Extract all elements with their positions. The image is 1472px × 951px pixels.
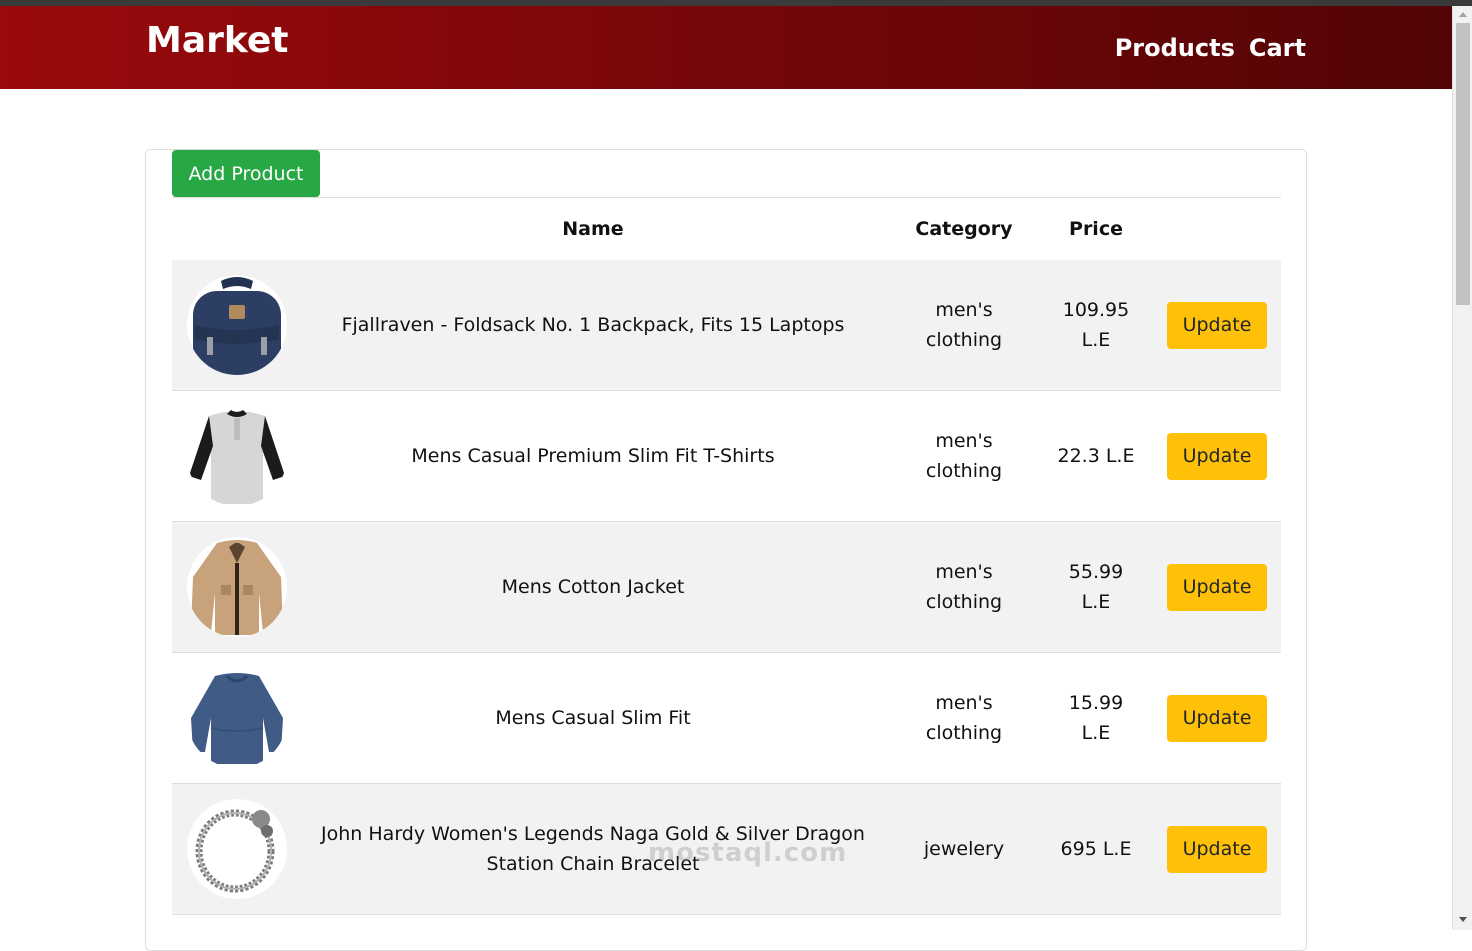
add-product-button[interactable]: Add Product <box>172 150 320 197</box>
table-header: Name Category Price <box>172 198 1281 262</box>
product-category: men's clothing <box>925 430 1003 482</box>
products-card: Add Product Name Category Price Fjallrav… <box>145 149 1307 951</box>
product-category: jewelery <box>923 838 1005 860</box>
table-row: Mens Casual Premium Slim Fit T-Shirts me… <box>172 391 1281 522</box>
vertical-scrollbar[interactable] <box>1452 6 1472 930</box>
product-price: 22.3 L.E <box>1057 445 1135 467</box>
nav-link-products[interactable]: Products <box>1115 34 1235 62</box>
table-row: Mens Casual Slim Fit men's clothing 15.9… <box>172 653 1281 784</box>
update-button[interactable]: Update <box>1167 694 1267 742</box>
product-category: men's clothing <box>925 561 1003 613</box>
table-row: Mens Cotton Jacket men's clothing 55.99 … <box>172 522 1281 653</box>
scroll-up-arrow-icon[interactable] <box>1459 12 1467 17</box>
update-button[interactable]: Update <box>1167 825 1267 873</box>
product-price: 109.95 L.E <box>1062 299 1130 351</box>
navbar: Market Products Cart <box>0 6 1452 89</box>
product-price: 55.99 L.E <box>1068 561 1124 613</box>
update-button[interactable]: Update <box>1167 432 1267 480</box>
tshirt-image <box>187 406 287 506</box>
nav-links: Products Cart <box>1115 34 1306 62</box>
product-price: 15.99 L.E <box>1068 692 1124 744</box>
product-name: Fjallraven - Foldsack No. 1 Backpack, Fi… <box>341 314 845 336</box>
update-button[interactable]: Update <box>1167 301 1267 349</box>
nav-link-cart[interactable]: Cart <box>1249 34 1306 62</box>
header-category: Category <box>915 218 1013 240</box>
product-name: John Hardy Women's Legends Naga Gold & S… <box>321 823 865 875</box>
product-category: men's clothing <box>925 299 1003 351</box>
table-row: John Hardy Women's Legends Naga Gold & S… <box>172 784 1281 915</box>
update-button[interactable]: Update <box>1167 563 1267 611</box>
product-category: men's clothing <box>925 692 1003 744</box>
scroll-down-arrow-icon[interactable] <box>1459 917 1467 922</box>
sweater-image <box>187 668 287 768</box>
brand-logo[interactable]: Market <box>146 20 288 61</box>
jacket-image <box>187 537 287 637</box>
backpack-image <box>187 275 287 375</box>
table-row: Fjallraven - Foldsack No. 1 Backpack, Fi… <box>172 260 1281 391</box>
product-name: Mens Cotton Jacket <box>501 576 685 598</box>
bracelet-image <box>187 799 287 899</box>
header-name: Name <box>562 218 624 240</box>
header-price: Price <box>1069 218 1123 240</box>
scroll-thumb[interactable] <box>1456 23 1470 305</box>
product-price: 695 L.E <box>1060 838 1132 860</box>
product-name: Mens Casual Premium Slim Fit T-Shirts <box>411 445 775 467</box>
product-name: Mens Casual Slim Fit <box>495 707 691 729</box>
table-body: Fjallraven - Foldsack No. 1 Backpack, Fi… <box>172 260 1281 915</box>
